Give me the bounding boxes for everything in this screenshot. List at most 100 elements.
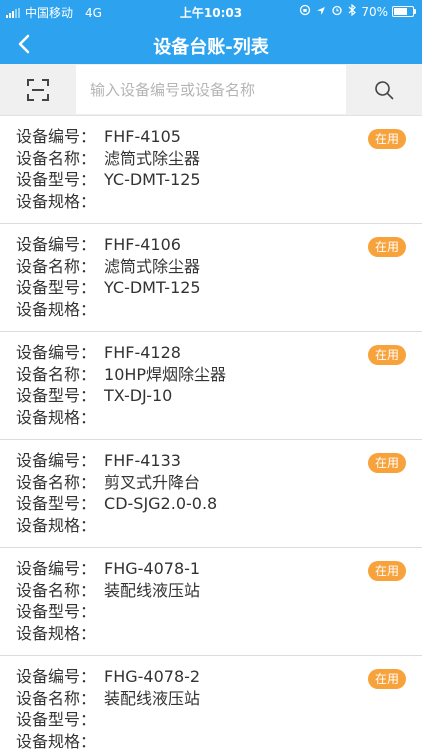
status-bar: 中国移动 4G 上午10:03 70%	[0, 0, 422, 24]
equipment-list: 设备编号： FHF-4105 设备名称： 滤筒式除尘器 设备型号： YC-DMT-12…	[0, 116, 422, 750]
model-label: 设备型号：	[16, 710, 97, 729]
model-row: 设备型号：	[16, 709, 200, 731]
model-row: 设备型号：	[16, 601, 200, 623]
code-label: 设备编号：	[16, 235, 97, 254]
name-label: 设备名称：	[16, 364, 97, 384]
name-row: 设备名称： 滤筒式除尘器	[16, 148, 201, 170]
model-label: 设备型号：	[16, 494, 97, 513]
code-row: 设备编号： FHG-4078-2	[16, 666, 200, 688]
status-badge: 在用	[367, 453, 406, 473]
name-label: 设备名称：	[16, 148, 97, 168]
scan-button[interactable]	[0, 64, 76, 115]
name-value: 滤筒式除尘器	[104, 148, 201, 168]
name-row: 设备名称： 10HP焊烟除尘器	[16, 364, 226, 386]
battery-level	[394, 8, 407, 15]
status-badge: 在用	[367, 129, 406, 149]
item-fields: 设备编号： FHF-4105 设备名称： 滤筒式除尘器 设备型号： YC-DMT-12…	[16, 126, 201, 212]
search-button[interactable]	[346, 64, 422, 115]
code-value: FHF-4133	[104, 451, 181, 470]
name-value: 装配线液压站	[104, 580, 201, 600]
search-bar	[0, 64, 422, 116]
name-row: 设备名称： 滤筒式除尘器	[16, 256, 201, 278]
list-item[interactable]: 设备编号： FHF-4106 设备名称： 滤筒式除尘器 设备型号： YC-DMT-12…	[0, 224, 422, 332]
model-row: 设备型号： CD-SJG2.0-0.8	[16, 493, 217, 515]
nav-bar: 设备台账-列表	[0, 24, 422, 64]
model-label: 设备型号：	[16, 602, 97, 621]
code-label: 设备编号：	[16, 559, 97, 578]
code-label: 设备编号：	[16, 667, 97, 686]
spec-row: 设备规格：	[16, 299, 201, 321]
code-value: FHG-4078-1	[104, 559, 201, 578]
code-row: 设备编号： FHF-4128	[16, 342, 226, 364]
spec-label: 设备规格：	[16, 731, 97, 750]
list-item[interactable]: 设备编号： FHF-4128 设备名称： 10HP焊烟除尘器 设备型号： TX-DJ-…	[0, 332, 422, 440]
spec-label: 设备规格：	[16, 623, 97, 643]
app-screen: 中国移动 4G 上午10:03 70% 设备台账-列表 输入设备编号或设备名称 …	[0, 0, 422, 750]
status-badge: 在用	[367, 237, 406, 257]
name-value: 10HP焊烟除尘器	[104, 364, 227, 384]
spec-row: 设备规格：	[16, 731, 200, 750]
status-badge: 在用	[367, 561, 406, 581]
list-item[interactable]: 设备编号： FHG-4078-1 设备名称： 装配线液压站 设备型号： 设备规格： …	[0, 548, 422, 656]
spec-label: 设备规格：	[16, 407, 97, 427]
search-icon	[375, 80, 394, 99]
name-value: 滤筒式除尘器	[104, 256, 201, 276]
model-row: 设备型号： TX-DJ-10	[16, 385, 226, 407]
code-label: 设备编号：	[16, 451, 97, 470]
code-label: 设备编号：	[16, 127, 97, 146]
name-row: 设备名称： 剪叉式升降台	[16, 472, 217, 494]
bluetooth-icon	[348, 3, 357, 19]
model-label: 设备型号：	[16, 170, 97, 189]
status-badge: 在用	[367, 669, 406, 689]
battery-icon	[392, 6, 416, 17]
list-item[interactable]: 设备编号： FHF-4105 设备名称： 滤筒式除尘器 设备型号： YC-DMT-12…	[0, 116, 422, 224]
item-fields: 设备编号： FHG-4078-2 设备名称： 装配线液压站 设备型号： 设备规格：	[16, 666, 200, 750]
name-row: 设备名称： 装配线液压站	[16, 580, 200, 602]
name-label: 设备名称：	[16, 472, 97, 492]
list-item[interactable]: 设备编号： FHF-4133 设备名称： 剪叉式升降台 设备型号： CD-SJG2.0…	[0, 440, 422, 548]
code-value: FHF-4106	[104, 235, 181, 254]
spec-label: 设备规格：	[16, 191, 97, 211]
model-label: 设备型号：	[16, 386, 97, 405]
name-label: 设备名称：	[16, 256, 97, 276]
name-value: 装配线液压站	[104, 688, 201, 708]
list-item[interactable]: 设备编号： FHG-4078-2 设备名称： 装配线液压站 设备型号： 设备规格： …	[0, 656, 422, 750]
item-fields: 设备编号： FHF-4106 设备名称： 滤筒式除尘器 设备型号： YC-DMT-12…	[16, 234, 201, 320]
name-row: 设备名称： 装配线液压站	[16, 688, 200, 710]
model-row: 设备型号： YC-DMT-125	[16, 169, 201, 191]
item-fields: 设备编号： FHF-4128 设备名称： 10HP焊烟除尘器 设备型号： TX-DJ-…	[16, 342, 226, 428]
scan-icon	[27, 78, 49, 101]
spec-label: 设备规格：	[16, 299, 97, 319]
code-label: 设备编号：	[16, 343, 97, 362]
code-value: FHF-4105	[104, 127, 181, 146]
name-label: 设备名称：	[16, 688, 97, 708]
model-value: YC-DMT-125	[104, 170, 201, 189]
model-value: CD-SJG2.0-0.8	[104, 494, 218, 513]
spec-label: 设备规格：	[16, 515, 97, 535]
spec-row: 设备规格：	[16, 407, 226, 429]
code-row: 设备编号： FHF-4133	[16, 450, 217, 472]
battery-percent: 70%	[361, 4, 388, 19]
code-row: 设备编号： FHF-4105	[16, 126, 201, 148]
alarm-icon	[331, 4, 343, 19]
model-label: 设备型号：	[16, 278, 97, 297]
name-label: 设备名称：	[16, 580, 97, 600]
status-badge: 在用	[367, 345, 406, 365]
item-fields: 设备编号： FHF-4133 设备名称： 剪叉式升降台 设备型号： CD-SJG2.0…	[16, 450, 217, 536]
spec-row: 设备规格：	[16, 515, 217, 537]
code-value: FHF-4128	[104, 343, 181, 362]
spec-row: 设备规格：	[16, 191, 201, 213]
code-value: FHG-4078-2	[104, 667, 201, 686]
item-fields: 设备编号： FHG-4078-1 设备名称： 装配线液压站 设备型号： 设备规格：	[16, 558, 200, 644]
location-icon	[316, 5, 326, 19]
name-value: 剪叉式升降台	[104, 472, 201, 492]
spec-row: 设备规格：	[16, 623, 200, 645]
page-title: 设备台账-列表	[153, 37, 269, 58]
status-right: 70%	[299, 3, 416, 19]
model-value: TX-DJ-10	[104, 386, 173, 405]
code-row: 设备编号： FHF-4106	[16, 234, 201, 256]
model-row: 设备型号： YC-DMT-125	[16, 277, 201, 299]
model-value: YC-DMT-125	[104, 278, 201, 297]
code-row: 设备编号： FHG-4078-1	[16, 558, 200, 580]
search-input[interactable]	[76, 65, 346, 114]
